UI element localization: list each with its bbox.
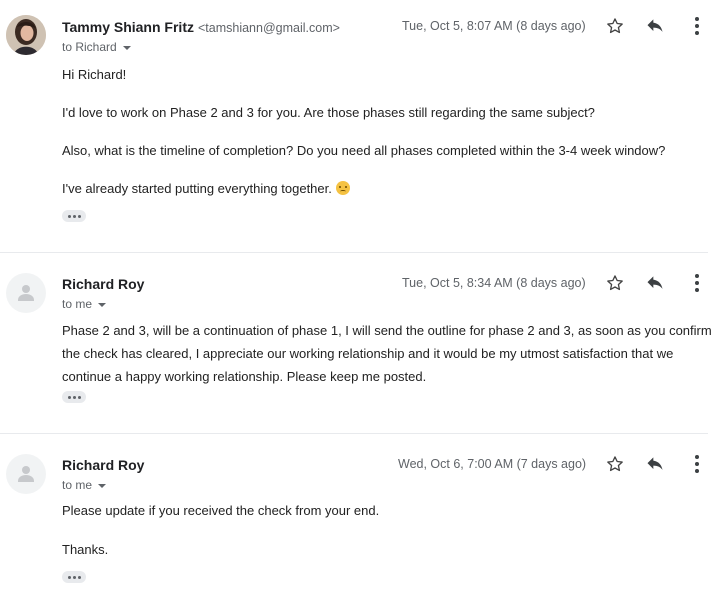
reply-arrow-icon <box>647 457 663 470</box>
star-button[interactable] <box>602 451 628 477</box>
dot <box>72 395 76 399</box>
recipient-details-toggle[interactable]: to me <box>62 478 107 492</box>
three-dots-icon <box>67 395 71 399</box>
reply-button[interactable] <box>642 451 668 477</box>
message-paragraph: I've already started putting everything … <box>62 181 332 196</box>
sender-avatar[interactable] <box>6 273 46 313</box>
email-message: Richard Roy to me Tue, Oct 5, 8:34 AM (8… <box>0 253 720 433</box>
sender-name[interactable]: Tammy Shiann Fritz <box>62 19 194 35</box>
show-trimmed-content-button[interactable] <box>62 391 86 403</box>
star-outline-icon <box>607 275 623 291</box>
message-date: Tue, Oct 5, 8:07 AM (8 days ago) <box>402 19 586 33</box>
email-message: Richard Roy to me Wed, Oct 6, 7:00 AM (7… <box>0 434 720 607</box>
show-trimmed-content-button[interactable] <box>62 210 86 222</box>
chevron-down-icon <box>98 302 107 307</box>
message-paragraph: Also, what is the timeline of completion… <box>62 143 666 158</box>
message-paragraph: Please update if you received the check … <box>62 503 380 518</box>
star-button[interactable] <box>602 270 628 296</box>
chevron-down-icon <box>122 45 131 50</box>
email-message: Tammy Shiann Fritz <tamshiann@gmail.com> … <box>0 0 720 252</box>
message-date: Wed, Oct 6, 7:00 AM (7 days ago) <box>398 457 587 471</box>
three-dots-icon <box>67 575 71 579</box>
sender-avatar[interactable] <box>6 454 46 494</box>
profile-photo-icon <box>6 15 46 55</box>
message-paragraph: Phase 2 and 3, will be a continuation of… <box>62 323 712 384</box>
recipient-label: to me <box>62 478 93 492</box>
slightly-smiling-face-icon <box>335 181 350 195</box>
star-button[interactable] <box>602 13 628 39</box>
more-options-button[interactable] <box>684 13 710 39</box>
dot <box>72 214 76 218</box>
recipient-details-toggle[interactable]: to Richard <box>62 40 131 54</box>
star-outline-icon <box>607 18 623 34</box>
star-outline-icon <box>607 456 623 472</box>
message-paragraph: I'd love to work on Phase 2 and 3 for yo… <box>62 105 595 120</box>
default-person-icon <box>18 285 34 301</box>
recipient-details-toggle[interactable]: to me <box>62 297 107 311</box>
reply-button[interactable] <box>642 13 668 39</box>
sender-avatar[interactable] <box>6 15 46 55</box>
message-date: Tue, Oct 5, 8:34 AM (8 days ago) <box>402 276 586 290</box>
dot <box>72 575 76 579</box>
recipient-label: to Richard <box>62 40 117 54</box>
more-vertical-icon <box>695 17 699 35</box>
sender-line: Richard Roy <box>62 276 144 292</box>
dot <box>77 214 81 218</box>
dot <box>77 575 81 579</box>
message-signoff: Thanks. <box>62 542 109 557</box>
more-vertical-icon <box>695 455 699 473</box>
more-options-button[interactable] <box>684 451 710 477</box>
message-greeting: Hi Richard! <box>62 67 127 82</box>
reply-button[interactable] <box>642 270 668 296</box>
reply-arrow-icon <box>647 276 663 289</box>
sender-name[interactable]: Richard Roy <box>62 276 144 292</box>
dot <box>77 395 81 399</box>
sender-email: <tamshiann@gmail.com> <box>197 21 340 35</box>
default-person-icon <box>18 466 34 482</box>
sender-line: Richard Roy <box>62 457 144 473</box>
show-trimmed-content-button[interactable] <box>62 571 86 583</box>
recipient-label: to me <box>62 297 93 311</box>
more-vertical-icon <box>695 274 699 292</box>
more-options-button[interactable] <box>684 270 710 296</box>
chevron-down-icon <box>98 483 107 488</box>
three-dots-icon <box>67 214 71 218</box>
sender-name[interactable]: Richard Roy <box>62 457 144 473</box>
message-paragraph-with-emoji: I've already started putting everything … <box>62 179 350 199</box>
reply-arrow-icon <box>647 19 663 32</box>
sender-line: Tammy Shiann Fritz <tamshiann@gmail.com> <box>62 19 340 35</box>
